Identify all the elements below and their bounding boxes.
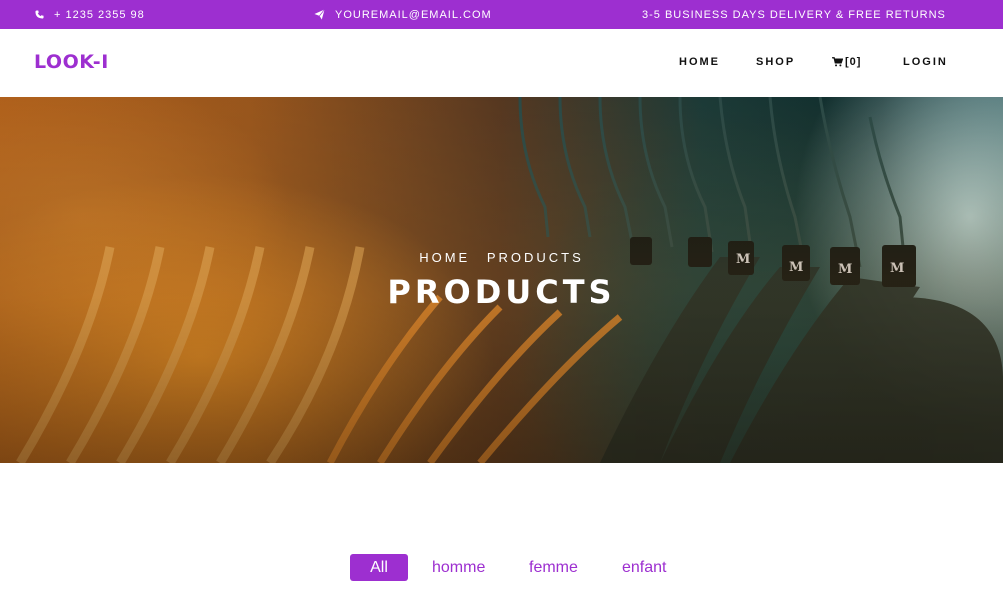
cart-count[interactable]: [0]	[845, 56, 861, 68]
cart-icon	[832, 57, 843, 67]
email-contact[interactable]: YOUREMAIL@EMAIL.COM	[314, 0, 492, 29]
nav-home-link[interactable]: HOME	[679, 56, 720, 68]
filter-femme[interactable]: femme	[529, 554, 578, 581]
main-navbar: LOOK-I HOME SHOP [0] LOGIN	[0, 29, 1003, 97]
breadcrumb-products: PRODUCTS	[486, 250, 584, 265]
filter-all[interactable]: All	[350, 554, 408, 581]
filter-enfant[interactable]: enfant	[622, 554, 666, 581]
site-logo[interactable]: LOOK-I	[34, 51, 109, 73]
breadcrumb-home[interactable]: HOME	[419, 250, 470, 265]
nav-cart-link[interactable]: [0]	[832, 56, 861, 68]
paper-plane-icon	[314, 9, 325, 20]
phone-number: + 1235 2355 98	[54, 8, 145, 21]
delivery-text: 3-5 BUSINESS DAYS DELIVERY & FREE RETURN…	[642, 8, 946, 21]
nav-shop-link[interactable]: SHOP	[756, 56, 795, 68]
filter-homme[interactable]: homme	[432, 554, 485, 581]
phone-contact: + 1235 2355 98	[35, 0, 145, 29]
page-title: PRODUCTS	[387, 273, 616, 311]
email-address[interactable]: YOUREMAIL@EMAIL.COM	[335, 9, 492, 21]
delivery-notice: 3-5 BUSINESS DAYS DELIVERY & FREE RETURN…	[642, 0, 946, 29]
top-info-bar: + 1235 2355 98 YOUREMAIL@EMAIL.COM 3-5 B…	[0, 0, 1003, 29]
nav-login-link[interactable]: LOGIN	[903, 56, 948, 68]
hero-banner: M M M M HOME PRODUCTS PRODUCTS	[0, 97, 1003, 463]
breadcrumb: HOME PRODUCTS	[0, 250, 1003, 265]
phone-icon	[35, 10, 44, 19]
